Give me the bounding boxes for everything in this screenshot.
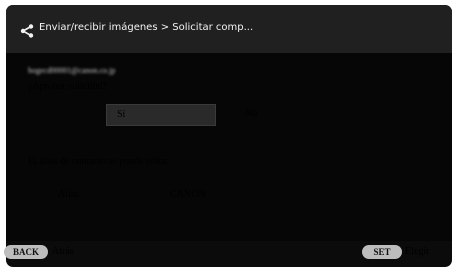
alias-label: Alias (58, 189, 80, 200)
back-label: Atrás (52, 246, 74, 257)
page-title: Enviar/recibir imágenes > Solicitar comp… (39, 22, 254, 33)
set-key-badge[interactable]: SET (362, 245, 402, 259)
share-icon (20, 24, 34, 38)
approve-no-button[interactable]: No (245, 108, 257, 119)
camera-screen: Enviar/recibir imágenes > Solicitar comp… (6, 5, 452, 267)
header-bar: Enviar/recibir imágenes > Solicitar comp… (6, 5, 452, 53)
requester-email: hogecd00001@canon.co.jp (28, 66, 116, 75)
set-label: Elegir (405, 246, 430, 257)
alias-editable-note: El alias de contacto se puede editar (28, 156, 169, 167)
alias-value-field[interactable]: CANON (170, 189, 206, 200)
back-key-badge[interactable]: BACK (4, 245, 48, 259)
approve-yes-button[interactable]: Sí (106, 104, 216, 126)
approval-question: ¿Aprobar solicitud? (28, 81, 108, 92)
